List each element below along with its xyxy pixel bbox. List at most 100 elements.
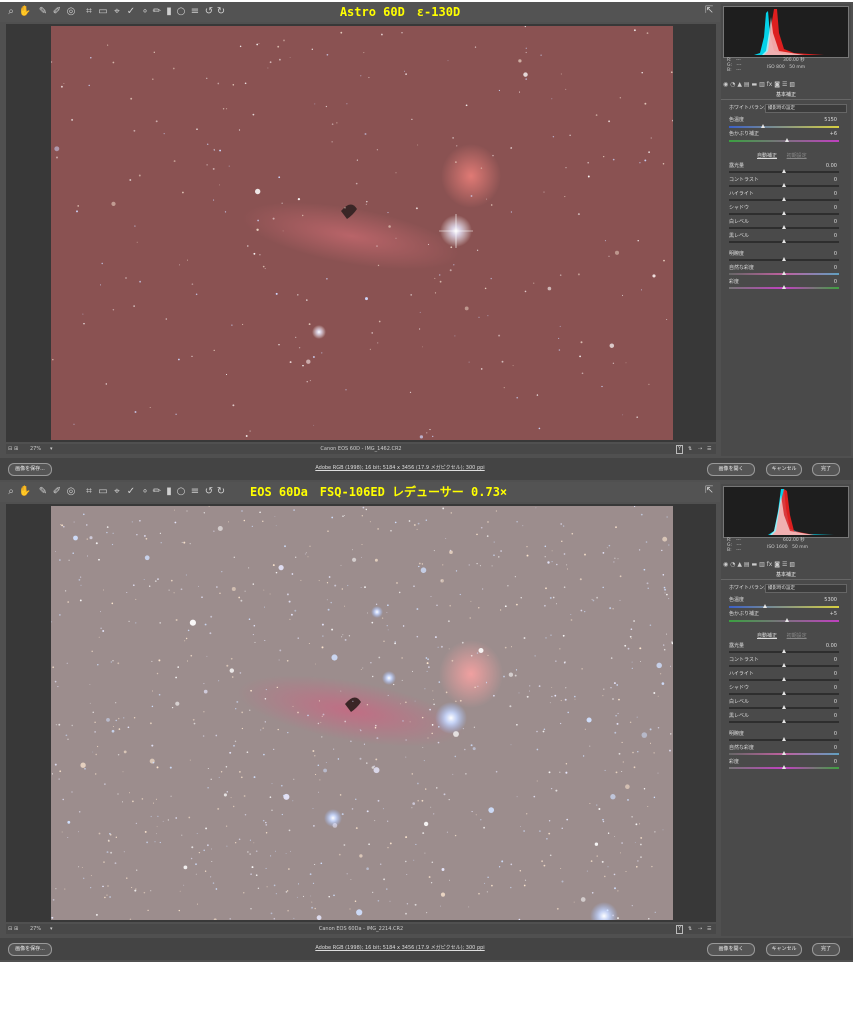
slider-thumb[interactable] [782,211,786,215]
slider-value[interactable]: 0.00 [809,642,837,650]
slider-thumb[interactable] [782,705,786,709]
slider-thumb[interactable] [782,649,786,653]
color-sampler-icon[interactable]: ✐ [50,5,64,19]
radial-filter-icon[interactable]: ○ [174,485,188,499]
slider-value[interactable]: 0 [809,758,837,766]
slider-thumb[interactable] [782,271,786,275]
slider-value[interactable]: 0 [809,684,837,692]
save-image-button[interactable]: 画像を保存... [8,463,52,476]
cancel-button[interactable]: キャンセル [766,463,802,476]
zoom-out-icon[interactable]: ⊟ [8,444,12,454]
workflow-options-link[interactable]: Adobe RGB (1998); 16 bit; 5184 x 3456 (1… [300,944,500,952]
white-balance-tool-icon[interactable]: ✎ [36,5,50,19]
slider-thumb[interactable] [782,239,786,243]
slider-thumb[interactable] [782,677,786,681]
slider-value[interactable]: 0 [809,218,837,226]
slider-track[interactable] [729,239,839,243]
preferences-icon[interactable]: ≡ [188,485,202,499]
slider-value[interactable]: 0.00 [809,162,837,170]
radial-filter-icon[interactable]: ○ [174,5,188,19]
slider-track[interactable] [729,719,839,723]
slider-track[interactable] [729,765,839,769]
compare-view-icon[interactable]: Y [676,445,684,454]
zoom-level[interactable]: 27% [30,924,41,934]
white-balance-tool-icon[interactable]: ✎ [36,485,50,499]
slider-thumb[interactable] [782,169,786,173]
slider-track[interactable] [729,257,839,261]
copy-settings-icon[interactable]: ⇢ [698,444,702,454]
zoom-tool-icon[interactable]: ⌕ [4,5,18,19]
slider-thumb[interactable] [782,663,786,667]
slider-value[interactable]: 0 [809,176,837,184]
view-settings-icon[interactable]: ☰ [707,444,711,454]
slider-thumb[interactable] [782,719,786,723]
slider-thumb[interactable] [782,737,786,741]
swap-icon[interactable]: ⇅ [688,444,692,454]
slider-thumb[interactable] [782,285,786,289]
slider-value[interactable]: 0 [809,698,837,706]
workflow-options-link[interactable]: Adobe RGB (1998); 16 bit; 5184 x 3456 (1… [300,464,500,472]
slider-value[interactable]: 0 [809,656,837,664]
zoom-dropdown-icon[interactable]: ▾ [50,444,53,454]
zoom-dropdown-icon[interactable]: ▾ [50,924,53,934]
slider-track[interactable] [729,183,839,187]
slider-value[interactable]: 0 [809,670,837,678]
zoom-in-icon[interactable]: ⊞ [14,444,18,454]
slider-track[interactable] [729,271,839,275]
slider-thumb[interactable] [782,197,786,201]
zoom-level[interactable]: 27% [30,444,41,454]
slider-track[interactable] [729,211,839,215]
slider-track[interactable] [729,737,839,741]
open-image-button[interactable]: 画像を開く [707,463,755,476]
slider-track[interactable] [729,663,839,667]
straighten-tool-icon[interactable]: ▭ [96,5,110,19]
straighten-tool-icon[interactable]: ▭ [96,485,110,499]
slider-track[interactable] [729,197,839,201]
slider-value[interactable]: 0 [809,278,837,286]
color-sampler-icon[interactable]: ✐ [50,485,64,499]
slider-track[interactable] [729,285,839,289]
open-image-button[interactable]: 画像を開く [707,943,755,956]
crop-tool-icon[interactable]: ⌗ [82,485,96,499]
zoom-out-icon[interactable]: ⊟ [8,924,12,934]
transform-tool-icon[interactable]: ⌖ [110,485,124,499]
preferences-icon[interactable]: ≡ [188,5,202,19]
slider-track[interactable] [729,677,839,681]
slider-value[interactable]: 0 [809,190,837,198]
zoom-tool-icon[interactable]: ⌕ [4,485,18,499]
slider-thumb[interactable] [782,183,786,187]
save-image-button[interactable]: 画像を保存... [8,943,52,956]
crop-tool-icon[interactable]: ⌗ [82,5,96,19]
slider-thumb[interactable] [782,257,786,261]
targeted-adjust-icon[interactable]: ◎ [64,5,78,19]
slider-thumb[interactable] [782,751,786,755]
hand-tool-icon[interactable]: ✋ [18,485,32,499]
targeted-adjust-icon[interactable]: ◎ [64,485,78,499]
slider-value[interactable]: 0 [809,204,837,212]
rotate-right-icon[interactable]: ↻ [214,5,228,19]
slider-value[interactable]: 0 [809,264,837,272]
slider-track[interactable] [729,649,839,653]
slider-track[interactable] [729,705,839,709]
slider-track[interactable] [729,169,839,173]
spot-removal-icon[interactable]: ✓ [124,5,138,19]
view-settings-icon[interactable]: ☰ [707,924,711,934]
slider-value[interactable]: 0 [809,730,837,738]
hand-tool-icon[interactable]: ✋ [18,5,32,19]
cancel-button[interactable]: キャンセル [766,943,802,956]
compare-view-icon[interactable]: Y [676,925,684,934]
spot-removal-icon[interactable]: ✓ [124,485,138,499]
fullscreen-icon[interactable]: ⇱ [705,485,717,497]
transform-tool-icon[interactable]: ⌖ [110,5,124,19]
slider-value[interactable]: 0 [809,250,837,258]
swap-icon[interactable]: ⇅ [688,924,692,934]
done-button[interactable]: 完了 [812,943,840,956]
copy-settings-icon[interactable]: ⇢ [698,924,702,934]
slider-thumb[interactable] [782,225,786,229]
slider-thumb[interactable] [782,691,786,695]
slider-value[interactable]: 0 [809,744,837,752]
slider-value[interactable]: 0 [809,712,837,720]
slider-track[interactable] [729,691,839,695]
done-button[interactable]: 完了 [812,463,840,476]
slider-track[interactable] [729,751,839,755]
